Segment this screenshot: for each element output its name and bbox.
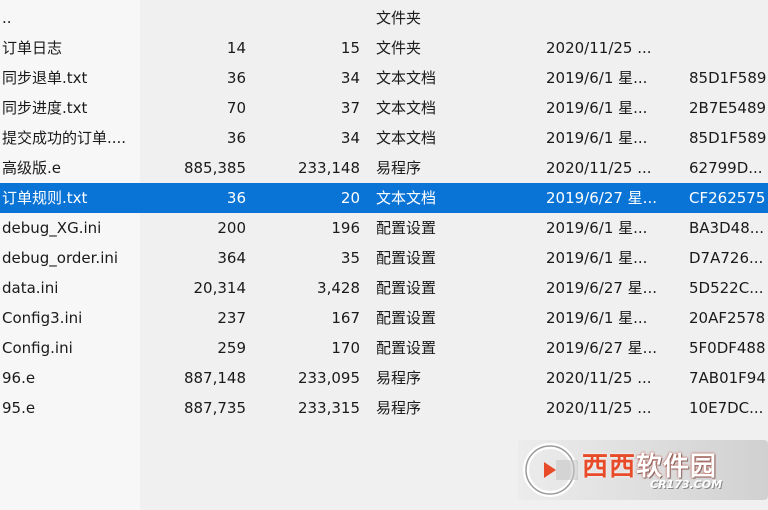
file-row[interactable]: Config.ini 259 170 配置设置 2019/6/27 星... 5…: [0, 333, 768, 363]
file-crc: D7A726...: [689, 249, 764, 267]
file-crc: 5D522C...: [689, 279, 764, 297]
file-row[interactable]: 95.e 887,735 233,315 易程序 2020/11/25 ... …: [0, 393, 768, 423]
file-type: 文本文档: [376, 69, 437, 87]
file-modified: 2019/6/27 星...: [546, 279, 657, 297]
file-size: 364: [217, 249, 246, 267]
watermark-logo-icon: [523, 443, 578, 497]
file-row[interactable]: 订单日志 14 15 文件夹 2020/11/25 ...: [0, 33, 768, 63]
file-row[interactable]: data.ini 20,314 3,428 配置设置 2019/6/27 星..…: [0, 273, 768, 303]
file-name: debug_XG.ini: [2, 219, 102, 237]
file-crc: BA3D48...: [689, 219, 765, 237]
file-modified: 2019/6/1 星...: [546, 219, 648, 237]
file-name: 95.e: [2, 399, 36, 417]
file-size: 887,735: [183, 399, 246, 417]
file-packed-size: 34: [340, 69, 360, 87]
file-crc: 85D1F589: [689, 129, 767, 147]
file-size: 36: [226, 129, 246, 147]
file-size: 259: [217, 339, 246, 357]
file-packed-size: 37: [340, 99, 360, 117]
file-size: 14: [226, 39, 246, 57]
file-crc: 10E7DC...: [689, 399, 764, 417]
file-type: 易程序: [376, 369, 422, 387]
file-row[interactable]: 同步退单.txt 36 34 文本文档 2019/6/1 星... 85D1F5…: [0, 63, 768, 93]
file-size: 885,385: [183, 159, 246, 177]
file-crc: 2B7E5489: [689, 99, 767, 117]
file-modified: 2019/6/1 星...: [546, 99, 648, 117]
file-name: 订单规则.txt: [2, 189, 88, 207]
file-packed-size: 196: [331, 219, 360, 237]
file-modified: 2019/6/27 星...: [546, 189, 657, 207]
file-row-parent[interactable]: .. 文件夹: [0, 3, 768, 33]
file-packed-size: 233,095: [297, 369, 360, 387]
file-modified: 2020/11/25 ...: [546, 39, 652, 57]
file-modified: 2019/6/1 星...: [546, 249, 648, 267]
file-crc: 85D1F589: [689, 69, 767, 87]
file-modified: 2019/6/1 星...: [546, 129, 648, 147]
file-packed-size: 15: [340, 39, 360, 57]
site-watermark: 西西软件园 CR173.COM: [518, 440, 768, 500]
file-crc: CF262575: [689, 189, 766, 207]
file-name: ..: [2, 9, 12, 27]
file-size: 887,148: [183, 369, 246, 387]
file-modified: 2020/11/25 ...: [546, 369, 652, 387]
file-name: 高级版.e: [2, 159, 61, 177]
file-size: 237: [217, 309, 246, 327]
file-name: Config3.ini: [2, 309, 83, 327]
file-name: 同步退单.txt: [2, 69, 88, 87]
file-packed-size: 170: [331, 339, 360, 357]
file-name: 提交成功的订单....: [2, 129, 127, 147]
file-row[interactable]: 高级版.e 885,385 233,148 易程序 2020/11/25 ...…: [0, 153, 768, 183]
file-packed-size: 233,148: [297, 159, 360, 177]
file-name: debug_order.ini: [2, 249, 119, 267]
file-type: 易程序: [376, 399, 422, 417]
file-size: 36: [226, 69, 246, 87]
file-type: 配置设置: [376, 279, 437, 297]
watermark-brand-part1: 西西: [582, 452, 637, 482]
file-size: 200: [217, 219, 246, 237]
file-size: 70: [226, 99, 246, 117]
file-type: 配置设置: [376, 339, 437, 357]
file-packed-size: 3,428: [317, 279, 360, 297]
file-packed-size: 233,315: [297, 399, 360, 417]
file-crc: 5F0DF488: [689, 339, 766, 357]
file-name: 同步进度.txt: [2, 99, 88, 117]
file-packed-size: 167: [331, 309, 360, 327]
file-row[interactable]: Config3.ini 237 167 配置设置 2019/6/1 星... 2…: [0, 303, 768, 333]
file-modified: 2020/11/25 ...: [546, 159, 652, 177]
file-modified: 2019/6/27 星...: [546, 339, 657, 357]
file-packed-size: 20: [340, 189, 360, 207]
file-row[interactable]: 同步进度.txt 70 37 文本文档 2019/6/1 星... 2B7E54…: [0, 93, 768, 123]
file-type: 文件夹: [376, 39, 422, 57]
file-type: 配置设置: [376, 219, 437, 237]
file-type: 文本文档: [376, 129, 437, 147]
file-crc: 20AF2578: [689, 309, 766, 327]
file-type: 文本文档: [376, 189, 437, 207]
file-name: data.ini: [2, 279, 59, 297]
file-modified: 2019/6/1 星...: [546, 309, 648, 327]
file-packed-size: 35: [340, 249, 360, 267]
file-list: .. 文件夹 订单日志 14 15 文件夹 2020/11/25 ... 同步退…: [0, 0, 768, 510]
file-size: 20,314: [193, 279, 247, 297]
file-row-selected[interactable]: 订单规则.txt 36 20 文本文档 2019/6/27 星... CF262…: [0, 183, 768, 213]
file-type: 文本文档: [376, 99, 437, 117]
file-row[interactable]: debug_order.ini 364 35 配置设置 2019/6/1 星..…: [0, 243, 768, 273]
file-modified: 2020/11/25 ...: [546, 399, 652, 417]
file-modified: 2019/6/1 星...: [546, 69, 648, 87]
file-type: 文件夹: [376, 9, 422, 27]
file-name: 96.e: [2, 369, 36, 387]
watermark-site: CR173.COM: [650, 478, 723, 491]
file-packed-size: 34: [340, 129, 360, 147]
file-name: Config.ini: [2, 339, 73, 357]
file-name: 订单日志: [2, 39, 63, 57]
file-type: 配置设置: [376, 249, 437, 267]
file-type: 易程序: [376, 159, 422, 177]
file-size: 36: [226, 189, 246, 207]
file-crc: 7AB01F94: [689, 369, 766, 387]
file-type: 配置设置: [376, 309, 437, 327]
file-row[interactable]: 96.e 887,148 233,095 易程序 2020/11/25 ... …: [0, 363, 768, 393]
file-row[interactable]: debug_XG.ini 200 196 配置设置 2019/6/1 星... …: [0, 213, 768, 243]
file-crc: 62799D...: [689, 159, 763, 177]
file-row[interactable]: 提交成功的订单.... 36 34 文本文档 2019/6/1 星... 85D…: [0, 123, 768, 153]
